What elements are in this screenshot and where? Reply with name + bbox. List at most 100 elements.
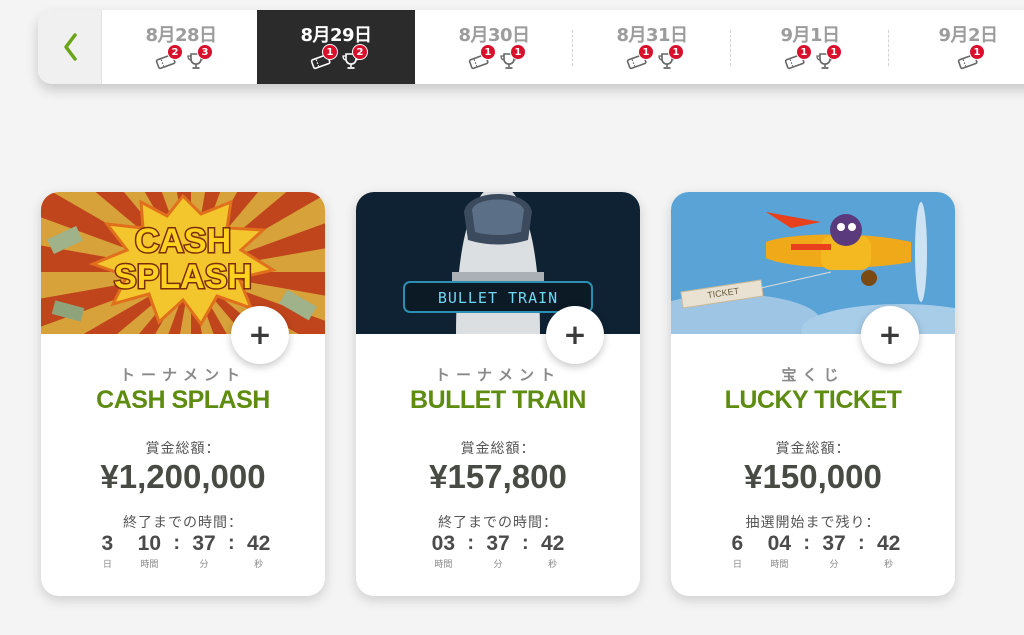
add-button[interactable]: +	[861, 306, 919, 364]
timer-unit: 分	[493, 560, 503, 570]
timer-value: 37	[822, 532, 846, 555]
time-label: 終了までの時間：	[123, 515, 243, 531]
date-tab[interactable]: 8月28日 2 3	[102, 10, 260, 84]
trophy-count-badge: 2	[352, 44, 368, 60]
date-tab-label: 8月31日	[616, 25, 688, 46]
banner-text: CASH	[135, 222, 231, 260]
add-button[interactable]: +	[546, 306, 604, 364]
date-selector-bar: 8月28日 2 3 8月29日 1 2 8月30日 1 1 8月31日 1 1 9月1日 1 1 9月2日 1	[38, 10, 1024, 84]
trophy-icon: 1	[656, 44, 684, 70]
category-label: 宝くじ	[781, 366, 845, 384]
trophy-icon: 3	[185, 44, 213, 70]
timer-value: 10	[137, 532, 161, 555]
banner-text: BULLET TRAIN	[438, 289, 558, 307]
timer-segment: 37 分	[820, 532, 848, 570]
prize-amount: ¥150,000	[744, 458, 882, 495]
trophy-icon: 2	[340, 44, 368, 70]
date-tab-icons: 1	[957, 44, 985, 70]
timer-value: 04	[767, 532, 791, 555]
timer-value: 42	[540, 532, 565, 555]
trophy-icon: 1	[814, 44, 842, 70]
back-button[interactable]	[38, 10, 102, 84]
timer-value: 6	[731, 532, 744, 555]
timer-unit: 秒	[884, 560, 894, 570]
timer-unit: 日	[102, 560, 112, 570]
chevron-left-icon	[63, 33, 77, 61]
timer-segment: 42 秒	[245, 532, 273, 570]
trophy-count-badge: 1	[668, 44, 684, 60]
ticket-icon: 1	[468, 44, 496, 70]
ticket-count-badge: 1	[638, 44, 654, 60]
timer-unit: 秒	[254, 560, 264, 570]
date-tab-label: 9月2日	[938, 25, 998, 46]
game-title[interactable]: LUCKY TICKET	[671, 386, 955, 415]
timer-unit: 時間	[434, 560, 453, 570]
ticket-icon: 1	[784, 44, 812, 70]
date-tab[interactable]: 8月29日 1 2	[257, 10, 415, 84]
prize-label: 賞金総額：	[460, 441, 536, 457]
lucky-ticket-banner: TICKET	[671, 192, 955, 334]
plus-icon: +	[563, 318, 587, 351]
timer-colon: :	[803, 532, 810, 554]
bullet-train-card[interactable]: BULLET TRAIN + トーナメント BULLET TRAIN 賞金総額：…	[356, 192, 640, 596]
date-tab-icons: 23	[155, 44, 213, 70]
timer-unit: 時間	[140, 560, 159, 570]
ticket-icon: 1	[957, 44, 985, 70]
timer-segment: 42 秒	[875, 532, 903, 570]
plus-icon: +	[878, 318, 902, 351]
add-button[interactable]: +	[231, 306, 289, 364]
timer-value: 03	[431, 532, 455, 555]
lucky-ticket-card[interactable]: TICKET + 宝くじ LUCKY TICKET 賞金総額： ¥150,000…	[671, 192, 955, 596]
date-tab-label: 9月1日	[780, 25, 840, 46]
card-banner[interactable]: TICKET	[671, 192, 955, 334]
ticket-count-badge: 2	[167, 44, 183, 60]
timer-value: 42	[246, 532, 271, 555]
date-tab[interactable]: 9月2日 1	[889, 10, 1024, 84]
timer-segment: 37 分	[484, 532, 512, 570]
game-title[interactable]: BULLET TRAIN	[356, 386, 640, 415]
game-title[interactable]: CASH SPLASH	[41, 386, 325, 415]
time-label: 抽選開始まで残り：	[745, 515, 881, 531]
date-tab[interactable]: 8月31日 1 1	[573, 10, 731, 84]
card-banner[interactable]: CASH SPLASH	[41, 192, 325, 334]
timer-colon: :	[173, 532, 180, 554]
timer-unit: 分	[829, 560, 839, 570]
banner-text: SPLASH	[114, 258, 252, 296]
ticket-icon: 1	[626, 44, 654, 70]
prize-label: 賞金総額：	[145, 441, 221, 457]
trophy-count-badge: 3	[197, 44, 213, 60]
timer-value: 42	[876, 532, 901, 555]
date-tab-icons: 11	[468, 44, 526, 70]
trophy-icon: 1	[498, 44, 526, 70]
trophy-count-badge: 1	[510, 44, 526, 60]
ticket-icon: 1	[310, 44, 338, 70]
cash-splash-banner: CASH SPLASH	[41, 192, 325, 334]
timer-unit: 時間	[770, 560, 789, 570]
category-label: トーナメント	[434, 366, 561, 384]
countdown-timer: 03 時間 : 37 分 : 42 秒	[356, 532, 640, 570]
date-tab-label: 8月30日	[458, 25, 530, 46]
trophy-count-badge: 1	[826, 44, 842, 60]
timer-colon: :	[858, 532, 865, 554]
timer-unit: 分	[199, 560, 209, 570]
timer-colon: :	[522, 532, 529, 554]
timer-value: 3	[101, 532, 114, 555]
prize-label: 賞金総額：	[775, 441, 851, 457]
timer-colon: :	[228, 532, 235, 554]
cash-splash-card[interactable]: CASH SPLASH + トーナメント CASH SPLASH 賞金総額： ¥…	[41, 192, 325, 596]
date-tab[interactable]: 9月1日 1 1	[731, 10, 889, 84]
date-tab-label: 8月28日	[145, 25, 217, 46]
timer-value: 37	[486, 532, 510, 555]
prize-amount: ¥157,800	[429, 458, 567, 495]
timer-unit: 日	[732, 560, 742, 570]
timer-unit: 秒	[548, 560, 558, 570]
timer-segment: 6 日	[723, 532, 751, 570]
category-label: トーナメント	[119, 366, 246, 384]
ticket-count-badge: 1	[322, 44, 338, 60]
card-banner[interactable]: BULLET TRAIN	[356, 192, 640, 334]
time-label: 終了までの時間：	[438, 515, 558, 531]
timer-value: 37	[192, 532, 216, 555]
date-tab[interactable]: 8月30日 1 1	[415, 10, 573, 84]
date-tab-icons: 12	[310, 44, 368, 70]
timer-segment: 04 時間	[765, 532, 793, 570]
